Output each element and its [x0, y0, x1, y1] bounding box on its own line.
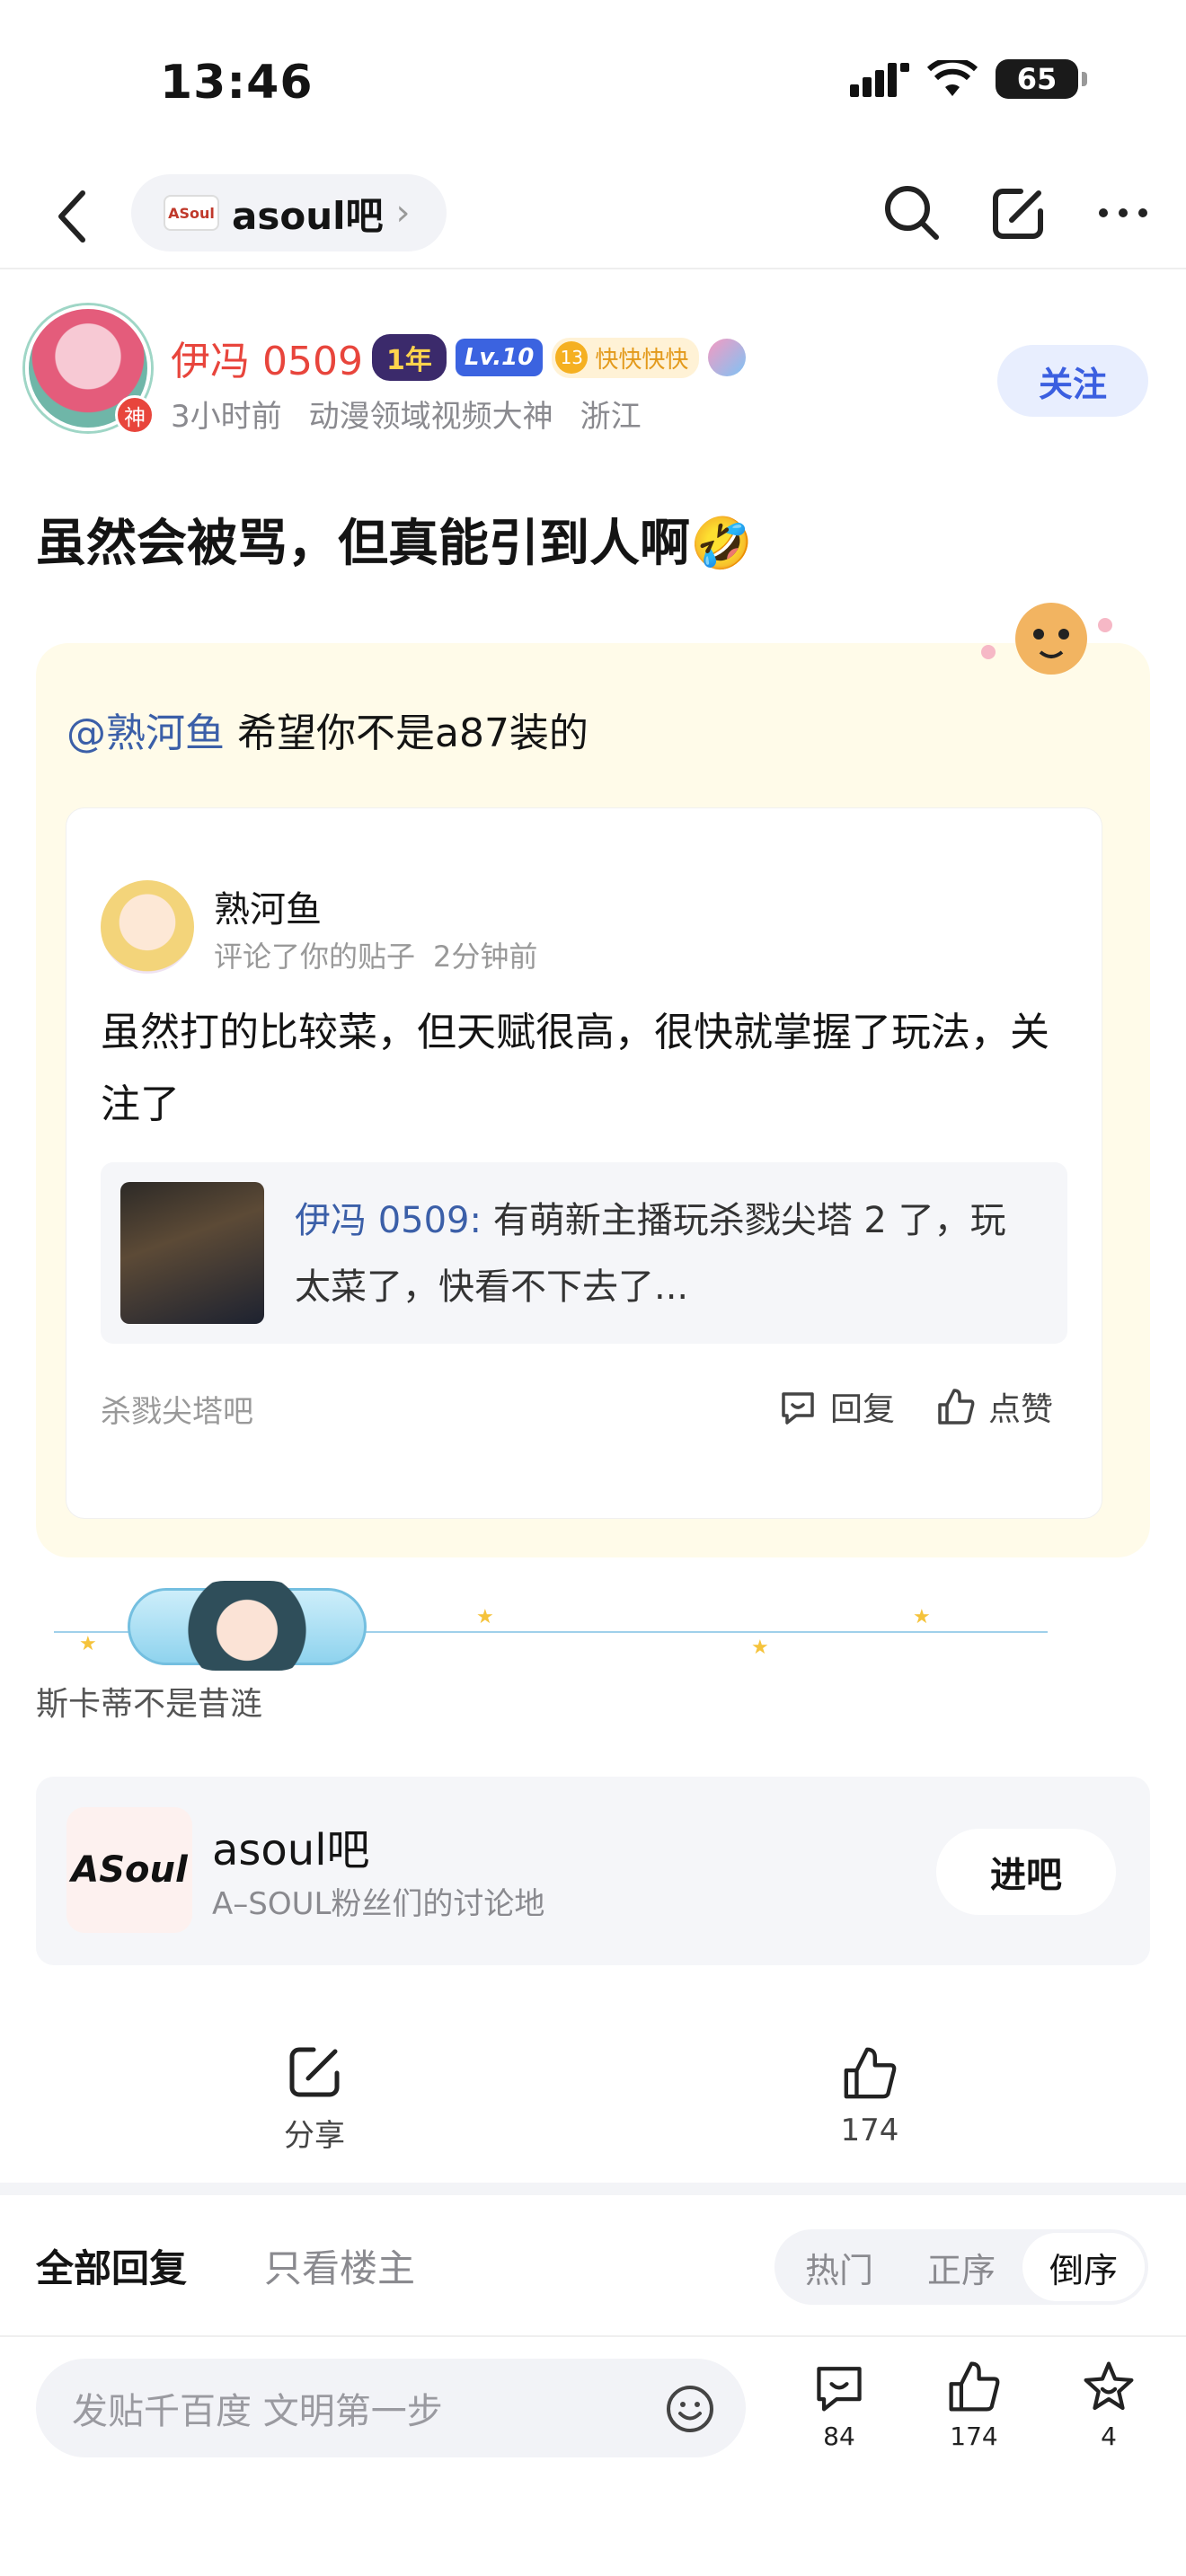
status-time: 13:46 [160, 56, 314, 110]
signal-icon [850, 63, 909, 97]
comment-count: 84 [823, 2422, 855, 2451]
tab-host-only[interactable]: 只看楼主 [264, 2238, 415, 2293]
referenced-post-text: 伊冯 0509: 有萌新主播玩杀戮尖塔 2 了，玩太菜了，快看不下去了... [295, 1187, 1040, 1320]
comment-icon [817, 2367, 862, 2412]
nav-actions [882, 183, 1150, 243]
fan-tag-label: 快快快快 [595, 346, 689, 374]
sticker-decoration [981, 603, 1112, 675]
reply-action: 评论了你的贴子 [214, 940, 416, 974]
reply-card-actions: 回复 点赞 [778, 1383, 1053, 1430]
post-title: 虽然会被骂，但真能引到人啊🤣 [36, 515, 753, 573]
thumb-up-icon [844, 2047, 897, 2099]
fan-level: 13 [555, 341, 589, 374]
like-bar-button[interactable]: 174 [929, 2359, 1019, 2451]
reply-forum-link[interactable]: 杀戮尖塔吧 [101, 1387, 253, 1431]
more-icon[interactable] [1096, 204, 1150, 222]
share-button[interactable]: 分享 [270, 2044, 359, 2155]
share-label: 分享 [284, 2118, 345, 2154]
forum-pill-name: asoul吧 [232, 193, 384, 238]
star-decoration: ★ [913, 1606, 931, 1628]
author-line: 伊冯 0509 1年 Lv.10 13 快快快快 [171, 329, 747, 386]
back-icon [58, 190, 85, 243]
referenced-author: 伊冯 0509: [295, 1200, 482, 1241]
author-location: 浙江 [580, 399, 642, 435]
sort-toggle: 热门 正序 倒序 [774, 2229, 1148, 2305]
follow-button[interactable]: 关注 [997, 345, 1148, 417]
mention-link[interactable]: @熟河鱼 [66, 710, 225, 756]
reply-username[interactable]: 熟河鱼 [214, 880, 322, 932]
search-icon[interactable] [882, 183, 942, 243]
status-indicators: 65 [850, 59, 1087, 99]
post-time: 3小时前 [171, 399, 282, 435]
top-nav-bar: ASoul asoul吧 › [0, 162, 1186, 269]
signature-text: 斯卡蒂不是昔涟 [36, 1686, 263, 1723]
comments-button[interactable]: 84 [794, 2359, 884, 2451]
reply-time: 2分钟前 [433, 940, 538, 974]
back-button[interactable] [45, 185, 99, 248]
favorite-button[interactable]: 4 [1064, 2359, 1154, 2451]
reply-label: 回复 [830, 1391, 896, 1428]
god-badge: 神 [115, 395, 155, 435]
like-reply-button[interactable]: 点赞 [936, 1383, 1053, 1430]
battery-indicator: 65 [996, 59, 1087, 99]
sort-ascending[interactable]: 正序 [900, 2233, 1022, 2301]
signature-avatar [180, 1581, 314, 1671]
emoji-icon[interactable] [665, 2384, 715, 2434]
referenced-post-thumbnail [120, 1182, 264, 1324]
comment-input[interactable]: 发贴千百度 文明第一步 [36, 2359, 746, 2457]
like-count: 174 [840, 2113, 899, 2148]
author-meta: 3小时前 动漫领域视频大神 浙江 [171, 392, 642, 436]
star-icon [1084, 2361, 1134, 2411]
thumb-up-icon [949, 2361, 1000, 2412]
chevron-right-icon: › [395, 192, 411, 234]
reply-body: 虽然打的比较菜，但天赋很高，很快就掌握了玩法，关注了 [101, 1010, 1049, 1127]
forum-name: asoul吧 [212, 1825, 370, 1875]
level-tag: Lv.10 [455, 339, 544, 376]
author-name[interactable]: 伊冯 0509 [171, 329, 363, 386]
reply-avatar[interactable] [101, 880, 194, 974]
quote-text: @熟河鱼 希望你不是a87装的 [66, 701, 589, 758]
quote-body: 希望你不是a87装的 [225, 710, 589, 756]
reply-button[interactable]: 回复 [778, 1383, 895, 1430]
fan-tag: 13 快快快快 [552, 337, 700, 378]
forum-logo-small: ASoul [164, 195, 219, 231]
tab-all-replies[interactable]: 全部回复 [36, 2238, 187, 2293]
comment-placeholder: 发贴千百度 文明第一步 [72, 2391, 443, 2432]
star-decoration: ★ [751, 1636, 769, 1659]
edit-icon[interactable] [990, 184, 1048, 242]
sort-hot[interactable]: 热门 [778, 2233, 900, 2301]
author-title: 动漫领域视频大神 [308, 399, 553, 435]
forum-description: A–SOUL粉丝们的讨论地 [212, 1886, 545, 1922]
star-count: 4 [1101, 2422, 1117, 2451]
medal-icon [708, 339, 747, 376]
star-decoration: ★ [79, 1633, 97, 1655]
sort-descending[interactable]: 倒序 [1022, 2233, 1145, 2301]
like-post-button[interactable]: 174 [825, 2044, 915, 2148]
share-icon [289, 2047, 340, 2097]
bar-like-count: 174 [950, 2422, 998, 2451]
year-tag: 1年 [371, 334, 447, 381]
wifi-icon [927, 60, 978, 96]
section-divider [0, 2183, 1186, 2195]
like-label: 点赞 [988, 1391, 1054, 1428]
forum-pill[interactable]: ASoul asoul吧 › [131, 174, 447, 251]
author-avatar[interactable]: 神 [25, 305, 160, 440]
forum-logo: ASoul [66, 1807, 192, 1933]
enter-forum-button[interactable]: 进吧 [936, 1829, 1116, 1915]
thumb-up-icon [938, 1389, 975, 1425]
comment-icon [782, 1392, 814, 1425]
star-decoration: ★ [476, 1606, 494, 1628]
reply-meta: 评论了你的贴子 2分钟前 [214, 934, 537, 975]
